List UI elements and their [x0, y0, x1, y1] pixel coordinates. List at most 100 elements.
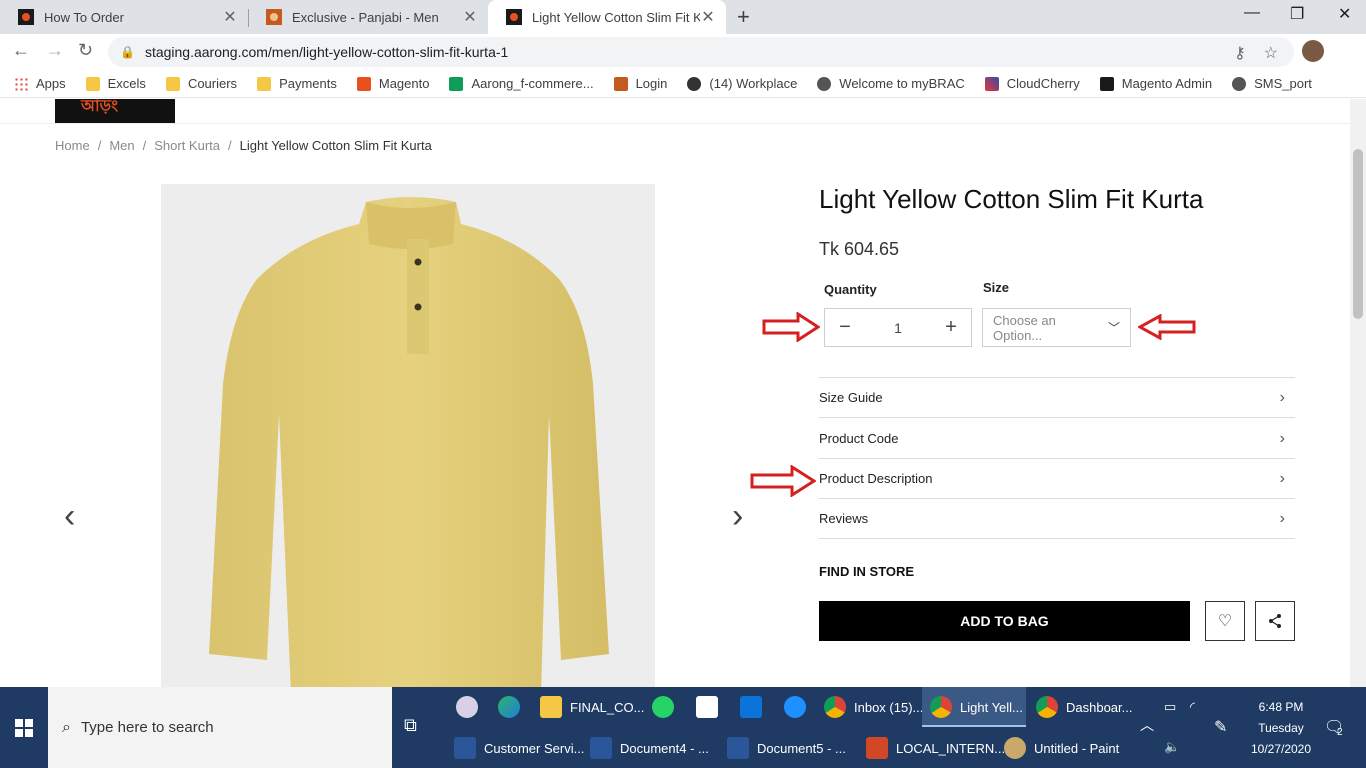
gallery-prev-arrow-icon[interactable]: ‹: [64, 497, 75, 536]
bookmark-mybrac[interactable]: Welcome to myBRAC: [817, 76, 965, 91]
taskbar-app-file-explorer[interactable]: FINAL_CO...: [532, 687, 644, 727]
bookmark-couriers[interactable]: Couriers: [165, 76, 238, 91]
windows-start-button[interactable]: [0, 687, 48, 768]
close-tab-icon[interactable]: ✕: [700, 7, 716, 27]
size-label: Size: [983, 280, 1010, 295]
bookmark-login[interactable]: Login: [613, 76, 668, 91]
accordion-label: Product Code: [819, 431, 899, 446]
aarong-favicon-icon: [266, 9, 282, 25]
bookmark-star-icon[interactable]: ☆: [1264, 43, 1278, 63]
clock-day: Tuesday: [1258, 721, 1304, 735]
close-tab-icon[interactable]: ✕: [222, 7, 238, 27]
battery-icon[interactable]: ▭: [1164, 699, 1176, 715]
aarong-favicon-icon: [506, 9, 522, 25]
close-tab-icon[interactable]: ✕: [462, 7, 478, 27]
accordion-product-description[interactable]: Product Description ›: [819, 459, 1295, 499]
windows-taskbar: ⌕ Type here to search ⧉ FINAL_CO... Inbo…: [0, 687, 1366, 768]
task-view-icon[interactable]: ⧉: [404, 715, 417, 736]
bookmark-excels[interactable]: Excels: [85, 76, 146, 91]
close-window-icon[interactable]: ✕: [1338, 4, 1351, 24]
folder-icon: [85, 76, 100, 91]
taskbar-app-chrome-kurta[interactable]: Light Yell...: [922, 687, 1026, 727]
apps-grid-icon: [14, 76, 28, 91]
taskbar-search-box[interactable]: ⌕ Type here to search: [48, 687, 392, 768]
page-scrollbar[interactable]: [1350, 99, 1366, 687]
system-clock[interactable]: 6:48 PM Tuesday 10/27/2020: [1246, 697, 1316, 760]
aarong-logo[interactable]: আড়ং: [55, 99, 175, 123]
accordion-product-code[interactable]: Product Code ›: [819, 419, 1295, 459]
accordion-size-guide[interactable]: Size Guide ›: [819, 378, 1295, 418]
restore-icon[interactable]: ❐: [1290, 4, 1304, 24]
share-icon: [1269, 614, 1281, 628]
scrollbar-thumb[interactable]: [1353, 149, 1363, 319]
taskbar-app-chrome-inbox[interactable]: Inbox (15)...: [816, 687, 923, 727]
size-select[interactable]: Choose an Option... ﹀: [982, 308, 1131, 347]
store-icon: [696, 696, 718, 718]
taskbar-label: Document4 - ...: [620, 740, 709, 756]
taskbar-app-store[interactable]: [688, 687, 724, 727]
taskbar-app-paint3d[interactable]: [448, 687, 484, 727]
annotation-arrow-right-icon: [762, 312, 820, 342]
taskbar-app-powerpoint[interactable]: LOCAL_INTERN...: [858, 728, 1005, 768]
increase-quantity-button[interactable]: +: [943, 316, 959, 339]
breadcrumb-home[interactable]: Home: [55, 138, 90, 153]
address-bar[interactable]: 🔒 staging.aarong.com/men/light-yellow-co…: [108, 37, 1294, 67]
bookmark-aarong-f-commerce[interactable]: Aarong_f-commere...: [449, 76, 594, 91]
browser-tab-how-to-order[interactable]: How To Order ✕: [0, 0, 248, 34]
word-icon: [590, 737, 612, 759]
address-bar-actions: ⚷ ☆: [1234, 43, 1278, 63]
breadcrumb-separator: /: [97, 138, 102, 153]
bookmark-magento[interactable]: Magento: [356, 76, 429, 91]
bookmark-label: Couriers: [187, 76, 238, 91]
wishlist-button[interactable]: ♡: [1205, 601, 1245, 641]
volume-icon[interactable]: 🔈: [1164, 739, 1180, 755]
bookmark-label: Apps: [36, 76, 66, 91]
new-tab-icon[interactable]: +: [737, 4, 750, 30]
key-icon[interactable]: ⚷: [1234, 43, 1246, 63]
tab-title: Light Yellow Cotton Slim Fit Kurta: [532, 9, 700, 25]
wifi-icon[interactable]: ◜: [1190, 699, 1195, 715]
minimize-icon[interactable]: —: [1244, 4, 1260, 22]
taskbar-app-paint[interactable]: Untitled - Paint: [996, 728, 1132, 768]
forward-icon[interactable]: →: [46, 40, 64, 61]
quantity-value[interactable]: 1: [894, 320, 902, 336]
add-to-bag-button[interactable]: ADD TO BAG: [819, 601, 1190, 641]
accordion-reviews[interactable]: Reviews ›: [819, 499, 1295, 539]
taskbar-app-mail[interactable]: [732, 687, 768, 727]
bookmark-magento-admin[interactable]: Magento Admin: [1099, 76, 1212, 91]
decrease-quantity-button[interactable]: −: [837, 316, 853, 339]
breadcrumb-men[interactable]: Men: [109, 138, 134, 153]
annotation-arrow-right-icon: [750, 465, 816, 497]
taskbar-app-chrome-dashboard[interactable]: Dashboar...: [1028, 687, 1133, 727]
globe-icon: [1232, 76, 1247, 91]
taskbar-app-edge[interactable]: [490, 687, 526, 727]
chrome-icon: [930, 696, 952, 718]
show-hidden-icons-chevron-icon[interactable]: ︿: [1140, 715, 1154, 735]
taskbar-app-word-document4[interactable]: Document4 - ...: [582, 728, 712, 768]
profile-avatar[interactable]: [1302, 40, 1324, 62]
bookmark-sms-port[interactable]: SMS_port: [1232, 76, 1312, 91]
chevron-right-icon: ›: [1279, 388, 1285, 406]
gallery-next-arrow-icon[interactable]: ›: [732, 497, 743, 536]
bookmark-apps[interactable]: Apps: [14, 76, 66, 91]
bookmark-payments[interactable]: Payments: [257, 76, 337, 91]
taskbar-app-whatsapp[interactable]: [644, 687, 680, 727]
find-in-store-link[interactable]: FIND IN STORE: [819, 564, 914, 579]
taskbar-app-word-customer-service[interactable]: Customer Servi...: [446, 728, 584, 768]
bookmark-label: Login: [635, 76, 668, 91]
reload-icon[interactable]: ↻: [78, 40, 93, 61]
share-button[interactable]: [1255, 601, 1295, 641]
browser-tab-light-yellow-kurta[interactable]: Light Yellow Cotton Slim Fit Kurta ✕: [488, 0, 726, 34]
taskbar-app-browser[interactable]: [776, 687, 812, 727]
taskbar-label: Light Yell...: [960, 699, 1023, 715]
browser-tab-exclusive-panjabi[interactable]: Exclusive - Panjabi - Men ✕: [248, 0, 488, 34]
bookmark-workplace[interactable]: (14) Workplace: [687, 76, 797, 91]
breadcrumb-separator: /: [228, 138, 232, 153]
pen-workspace-icon[interactable]: ✎: [1214, 717, 1227, 737]
bookmark-cloudcherry[interactable]: CloudCherry: [984, 76, 1080, 91]
powerpoint-icon: [866, 737, 888, 759]
back-icon[interactable]: ←: [12, 40, 30, 61]
breadcrumb-short-kurta[interactable]: Short Kurta: [154, 138, 220, 153]
taskbar-app-word-document5[interactable]: Document5 - ...: [719, 728, 849, 768]
active-indicator: [922, 725, 1026, 727]
